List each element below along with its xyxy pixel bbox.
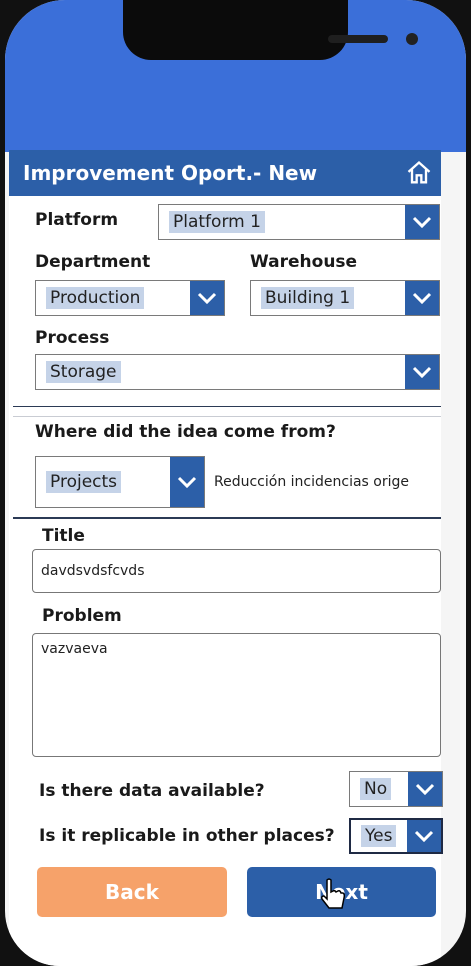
title-input[interactable]: davdsvdsfcvds (32, 549, 441, 593)
chevron-down-icon (412, 216, 432, 228)
hand-cursor-icon (321, 878, 345, 909)
phone-screen: Improvement Oport.- New Platform Platfor… (5, 0, 466, 966)
phone-frame: Improvement Oport.- New Platform Platfor… (0, 0, 471, 966)
chevron-down-icon (177, 476, 197, 488)
page-title: Improvement Oport.- New (23, 161, 318, 185)
form-panel: Platform Platform 1 Department Productio… (9, 196, 443, 966)
department-dropdown-button[interactable] (190, 281, 224, 315)
origin-value: Projects (46, 471, 122, 493)
phone-notch (123, 0, 418, 60)
chevron-down-icon (414, 830, 434, 842)
process-dropdown[interactable]: Storage (35, 354, 440, 390)
process-value: Storage (46, 361, 121, 383)
department-value: Production (46, 287, 145, 309)
data-available-dropdown-button[interactable] (408, 772, 442, 806)
department-dropdown[interactable]: Production (35, 280, 225, 316)
warehouse-value: Building 1 (261, 287, 355, 309)
data-available-dropdown[interactable]: No (349, 771, 443, 807)
back-button[interactable]: Back (37, 867, 227, 917)
section-divider (13, 416, 441, 417)
origin-label: Where did the idea come from? (35, 422, 336, 442)
title-label: Title (42, 526, 85, 546)
origin-dropdown[interactable]: Projects (35, 456, 205, 508)
problem-textarea[interactable]: vazvaeva (32, 633, 441, 757)
platform-label: Platform (35, 210, 119, 230)
platform-value: Platform 1 (169, 211, 265, 233)
chevron-down-icon (415, 783, 435, 795)
platform-dropdown[interactable]: Platform 1 (158, 204, 440, 240)
warehouse-label: Warehouse (250, 252, 358, 272)
process-label: Process (35, 328, 110, 348)
origin-note: Reducción incidencias orige (214, 474, 409, 490)
section-divider (13, 406, 441, 407)
platform-dropdown-button[interactable] (405, 205, 439, 239)
replicable-value: Yes (361, 825, 397, 847)
speaker (328, 35, 388, 43)
data-available-label: Is there data available? (39, 781, 265, 801)
chevron-down-icon (412, 292, 432, 304)
chevron-down-icon (197, 292, 217, 304)
section-divider (13, 517, 441, 519)
chevron-down-icon (412, 366, 432, 378)
origin-dropdown-button[interactable] (170, 457, 204, 507)
process-dropdown-button[interactable] (405, 355, 439, 389)
problem-label: Problem (42, 606, 122, 626)
warehouse-dropdown-button[interactable] (405, 281, 439, 315)
data-available-value: No (360, 778, 392, 800)
department-label: Department (35, 252, 151, 272)
replicable-label: Is it replicable in other places? (39, 826, 335, 846)
home-icon[interactable] (405, 159, 433, 187)
replicable-dropdown[interactable]: Yes (349, 818, 443, 854)
front-camera (406, 33, 418, 45)
warehouse-dropdown[interactable]: Building 1 (250, 280, 440, 316)
replicable-dropdown-button[interactable] (407, 820, 441, 852)
app-header: Improvement Oport.- New (9, 150, 441, 196)
